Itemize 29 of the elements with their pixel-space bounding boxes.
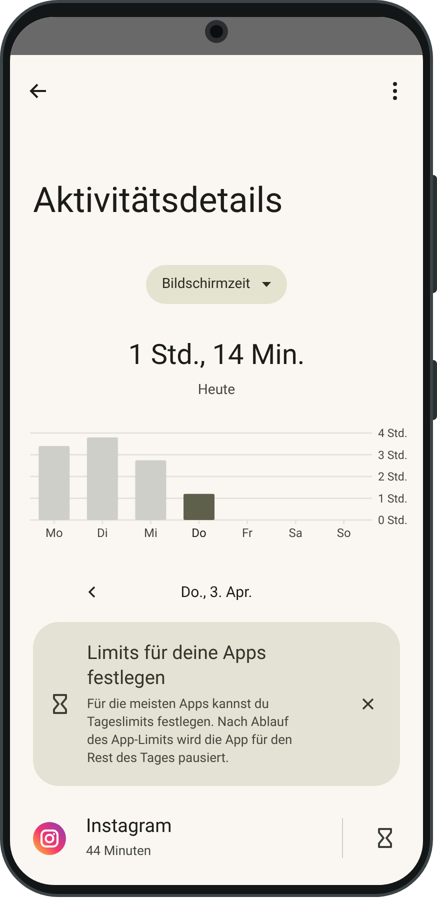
- app-usage: 44 Minuten: [86, 843, 152, 862]
- caret-icon: [262, 282, 272, 287]
- axis-label[interactable]: Mi: [144, 526, 158, 540]
- period-label: Heute: [196, 381, 236, 400]
- axis-label[interactable]: Do: [192, 526, 206, 540]
- total-time: 1 Std., 14 Min.: [127, 338, 306, 372]
- axis-label: 0 Std.: [378, 513, 408, 527]
- axis-label[interactable]: Fr: [242, 526, 253, 540]
- axis-label[interactable]: Di: [97, 526, 108, 540]
- hourglass-icon: [378, 828, 392, 848]
- app-icon: [33, 822, 66, 854]
- camera-icon: [205, 20, 228, 43]
- card-title: Limits für deine Apps festlegen: [87, 640, 268, 690]
- axis-label[interactable]: So: [336, 526, 351, 540]
- selected-date: Do., 3. Apr.: [180, 582, 254, 603]
- axis-label[interactable]: Mo: [45, 526, 63, 540]
- axis-label[interactable]: Sa: [288, 526, 302, 540]
- axis-label: 1 Std.: [378, 491, 408, 506]
- bar[interactable]: [184, 494, 214, 520]
- hourglass-icon: [53, 694, 67, 714]
- page-title: Aktivitätsdetails: [33, 180, 284, 222]
- app-name: Instagram: [86, 814, 173, 838]
- axis-label: 2 Std.: [378, 470, 408, 484]
- card-text: Für die meisten Apps kannst du Tageslimits festlegen. Nach Ablauf des App-Limits wird die App für den Rest des Tages pausiert.: [87, 696, 294, 768]
- axis-label: 3 Std.: [378, 448, 408, 462]
- chevron-left-icon: [88, 586, 96, 598]
- axis-label: 4 Std.: [378, 426, 408, 440]
- metric-dropdown[interactable]: Bildschirmzeit: [146, 265, 288, 304]
- app-timer-button[interactable]: [377, 827, 393, 849]
